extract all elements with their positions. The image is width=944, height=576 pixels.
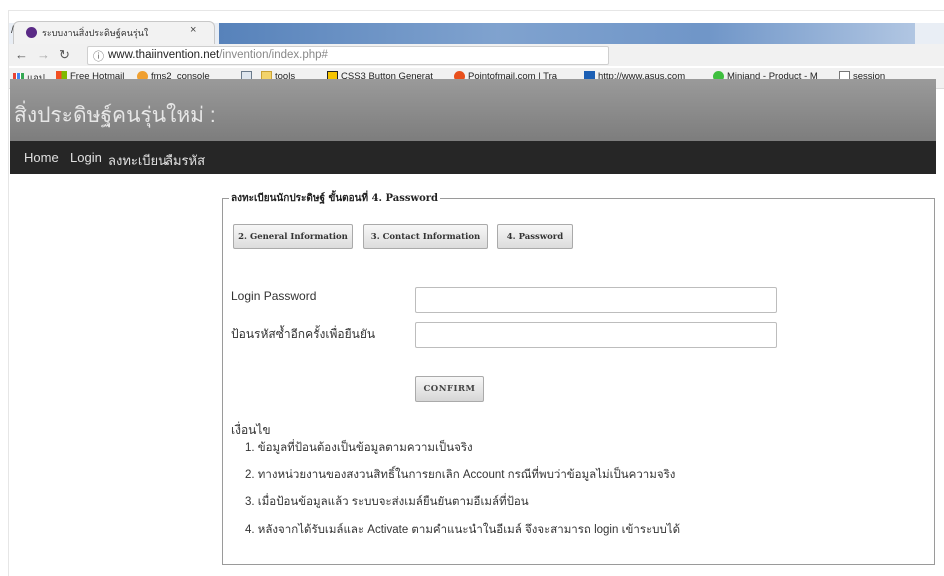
confirm-button[interactable]: CONFIRM [415,376,484,402]
confirm-password-label: ป้อนรหัสซ้ำอีกครั้งเพื่อยืนยัน [231,327,376,341]
info-icon[interactable]: ⓘ [93,48,104,64]
nav-register-link[interactable]: ลงทะเบียน [108,150,167,171]
step-general-information-button[interactable]: 2. General Information [233,224,353,249]
password-input[interactable] [415,287,777,313]
tab-title: ระบบงานสิ่งประดิษฐ์คนรุ่นใ [42,28,149,38]
site-favicon-icon [26,27,37,38]
tab-edge-glyph: / [11,25,14,36]
site-title: สิ่งประดิษฐ์คนรุ่นใหม่ : [14,104,216,127]
fieldset-legend: ลงทะเบียนนักประดิษฐ์ ขั้นตอนที่ 4. Passw… [229,191,441,206]
tab-strip: / ระบบงานสิ่งประดิษฐ์คนรุ่นใ × [9,11,944,44]
registration-fieldset: ลงทะเบียนนักประดิษฐ์ ขั้นตอนที่ 4. Passw… [222,191,935,565]
step-contact-information-button[interactable]: 3. Contact Information [363,224,488,249]
url-path: /invention/index.php# [219,49,328,61]
nav-home-link[interactable]: Home [24,150,59,165]
condition-item: 4. หลังจากได้รับเมล์และ Activate ตามคำแน… [245,524,681,536]
condition-item: 2. ทางหน่วยงานของสงวนสิทธิ์ในการยกเลิก A… [245,469,676,481]
site-header: สิ่งประดิษฐ์คนรุ่นใหม่ : [10,79,936,141]
condition-item: 1. ข้อมูลที่ป้อนต้องเป็นข้อมูลตามความเป็… [245,442,473,454]
conditions-title: เงื่อนไข [231,423,271,437]
tab-close-icon[interactable]: × [190,24,196,36]
reload-icon[interactable]: ↻ [59,47,70,63]
url-text: www.thaiinvention.net/invention/index.ph… [108,49,328,61]
step-password-button[interactable]: 4. Password [497,224,573,249]
url-host: www.thaiinvention.net [108,49,220,61]
condition-item: 3. เมื่อป้อนข้อมูลแล้ว ระบบจะส่งเมล์ยืนย… [245,496,529,508]
forward-arrow-icon[interactable]: → [37,47,50,62]
url-input[interactable]: ⓘ www.thaiinvention.net/invention/index.… [87,46,609,65]
confirm-password-input[interactable] [415,322,777,348]
browser-tab[interactable]: / ระบบงานสิ่งประดิษฐ์คนรุ่นใ × [11,21,215,44]
back-arrow-icon[interactable]: ← [15,47,28,62]
password-label: Login Password [231,289,317,303]
address-bar-row: ← → ↻ ⓘ www.thaiinvention.net/invention/… [9,44,944,66]
site-navbar: Home Login ลงทะเบียน ลืมรหัส [10,141,936,174]
nav-forgot-password-link[interactable]: ลืมรหัส [165,150,205,171]
tab-strip-background [219,23,915,44]
nav-login-link[interactable]: Login [70,150,102,165]
